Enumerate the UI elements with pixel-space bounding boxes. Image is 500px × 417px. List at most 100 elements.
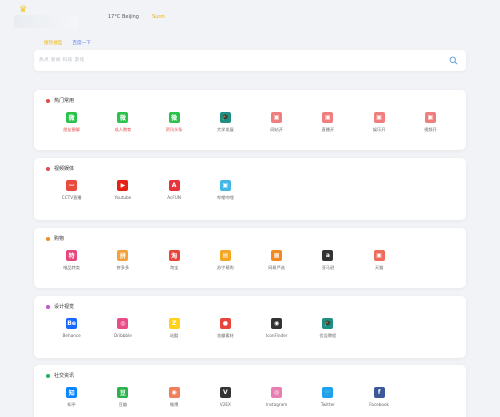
search-tab-hot[interactable]: 搜热搜型 bbox=[44, 41, 62, 47]
site-label: Youtube bbox=[114, 195, 132, 200]
twitter-icon: 🐦 bbox=[322, 387, 334, 398]
section-title: 购物 bbox=[46, 235, 64, 242]
site-link[interactable]: ▣ 视频开 bbox=[405, 112, 456, 133]
site-link[interactable]: 拼拼多多 bbox=[97, 250, 148, 271]
site-label: CCTV直播 bbox=[61, 195, 82, 200]
site-link[interactable]: ▶ Youtube bbox=[97, 180, 148, 201]
section-title-text: 设计视觉 bbox=[54, 304, 75, 310]
site-link[interactable]: ◉ IconFinder bbox=[251, 318, 302, 339]
search-input[interactable]: 热点 新闻 科技 游戏 bbox=[34, 50, 466, 71]
section-title-text: 视频娱体 bbox=[54, 166, 75, 172]
instagram-icon: ◎ bbox=[271, 387, 283, 398]
section-card: 社交资讯知知乎豆豆瓣 ◉ 微博 V V2EX ◎ Instagram 🐦 Twitter f Fac… bbox=[34, 365, 466, 417]
site-link[interactable]: 淘淘宝 bbox=[149, 250, 200, 271]
site-label: 花瓣素材 bbox=[216, 333, 234, 338]
weather-text: 17°C Beijing bbox=[108, 14, 139, 20]
site-label: 豆瓣 bbox=[118, 402, 128, 407]
youtube-icon: ▶ bbox=[117, 180, 129, 191]
graduation-cap-icon: 🎓 bbox=[219, 112, 231, 123]
site-label: IconFinder bbox=[265, 333, 288, 338]
site-label: 苏宁易购 bbox=[216, 265, 234, 270]
site-label: 直播开 bbox=[321, 127, 335, 132]
section-dot-icon bbox=[46, 373, 50, 378]
section-dot-icon bbox=[46, 304, 50, 309]
search-tabs: 搜热搜型 百度一下 bbox=[44, 41, 91, 47]
search-placeholder: 热点 新闻 科技 游戏 bbox=[39, 58, 85, 63]
site-link[interactable]: 🎓 大学发展 bbox=[200, 112, 251, 133]
site-link[interactable]: A AcFUN bbox=[149, 180, 200, 201]
graduation-cap-icon: 🎓 bbox=[322, 318, 334, 329]
site-link[interactable]: ▤ 苏宁易购 bbox=[200, 250, 251, 271]
site-link[interactable]: ▣ 天猫 bbox=[354, 250, 405, 271]
site-label: AcFUN bbox=[167, 195, 181, 200]
site-link[interactable]: — CCTV直播 bbox=[46, 180, 97, 201]
site-link[interactable]: ▦ 网易严选 bbox=[251, 250, 302, 271]
wechat-icon: 微 bbox=[168, 112, 180, 123]
site-link[interactable]: 特唯品特卖 bbox=[46, 250, 97, 271]
zhihu-icon: 知 bbox=[66, 387, 78, 398]
site-link[interactable]: ◎ Instagram bbox=[251, 387, 302, 408]
wechat-icon: 微 bbox=[66, 112, 78, 123]
weather-condition: Sunn bbox=[152, 14, 165, 20]
site-label: 大学发展 bbox=[216, 127, 234, 132]
site-link[interactable]: 豆豆瓣 bbox=[97, 387, 148, 408]
logo-mark bbox=[14, 15, 78, 28]
section-dot-icon bbox=[46, 166, 50, 171]
acfun-icon: A bbox=[168, 180, 180, 191]
site-label: 站酷 bbox=[169, 333, 179, 338]
site-link[interactable]: Z 站酷 bbox=[149, 318, 200, 339]
search-tab-baidu[interactable]: 百度一下 bbox=[72, 41, 90, 47]
crown-icon: ♛ bbox=[19, 5, 28, 15]
eye-icon: ◉ bbox=[271, 318, 283, 329]
tv-icon: ▣ bbox=[424, 112, 436, 123]
search-panel: 搜热搜型 百度一下 热点 新闻 科技 游戏 bbox=[34, 36, 466, 72]
site-link[interactable]: ▣ 娱乐开 bbox=[354, 112, 405, 133]
site-link[interactable]: ▣ 直播开 bbox=[302, 112, 353, 133]
site-logo[interactable]: ♛ bbox=[14, 6, 80, 30]
site-link[interactable]: ◎ Dribbble bbox=[97, 318, 148, 339]
tv-icon: ▣ bbox=[322, 112, 334, 123]
site-label: 娱乐开 bbox=[372, 127, 386, 132]
section-dot-icon bbox=[46, 236, 50, 241]
site-link[interactable]: V V2EX bbox=[200, 387, 251, 408]
section-title: 视频娱体 bbox=[46, 165, 74, 172]
facebook-icon: f bbox=[373, 387, 385, 398]
site-link[interactable]: 微朋友圈聊 bbox=[46, 112, 97, 133]
amazon-icon: a bbox=[322, 250, 334, 261]
site-link[interactable]: ● 花瓣素材 bbox=[200, 318, 251, 339]
section-dot-icon bbox=[46, 98, 50, 103]
behance-icon: Be bbox=[66, 318, 78, 329]
pinduoduo-icon: 拼 bbox=[117, 250, 129, 261]
tv-icon: ▣ bbox=[271, 112, 283, 123]
site-link[interactable]: Be Behance bbox=[46, 318, 97, 339]
suning-icon: ▤ bbox=[219, 250, 231, 261]
site-list: Be Behance ◎ Dribbble Z 站酷 ● 花瓣素材 ◉ IconFinder 🎓 优设… bbox=[46, 318, 456, 339]
site-label: 唯品特卖 bbox=[63, 265, 80, 270]
search-icon[interactable] bbox=[449, 56, 458, 65]
section-title: 设计视觉 bbox=[46, 303, 74, 310]
tmall-icon: ▣ bbox=[373, 250, 385, 261]
section-card: 购物特唯品特卖拼拼多多淘淘宝 ▤ 苏宁易购 ▦ 网易严选 a 亚马逊 ▣ 天猫 bbox=[34, 228, 466, 288]
site-label: 微博 bbox=[169, 402, 179, 407]
site-link[interactable]: 微资讯头条 bbox=[149, 112, 200, 133]
section-title: 社交资讯 bbox=[46, 372, 74, 379]
site-link[interactable]: 知知乎 bbox=[46, 387, 97, 408]
site-link[interactable]: ◉ 微博 bbox=[149, 387, 200, 408]
site-link[interactable]: a 亚马逊 bbox=[302, 250, 353, 271]
site-link[interactable]: ▣ 网站开 bbox=[251, 112, 302, 133]
section-card: 设计视觉 Be Behance ◎ Dribbble Z 站酷 ● 花瓣素材 ◉ IconFinde… bbox=[34, 296, 466, 358]
zcool-icon: Z bbox=[168, 318, 180, 329]
section-title-text: 社交资讯 bbox=[54, 373, 75, 379]
site-link[interactable]: ▣ 哔哩哔哩 bbox=[200, 180, 251, 201]
site-label: 哔哩哔哩 bbox=[216, 195, 234, 200]
site-link[interactable]: 微成人教育 bbox=[97, 112, 148, 133]
section-title: 热门常用 bbox=[46, 97, 74, 104]
site-label: 资讯头条 bbox=[165, 127, 183, 132]
top-bar: ♛ 17°C Beijing Sunn bbox=[0, 0, 500, 36]
site-label: 拼多多 bbox=[116, 265, 130, 270]
douban-icon: 豆 bbox=[117, 387, 129, 398]
section-title-text: 购物 bbox=[54, 236, 65, 242]
site-link[interactable]: f Facebook bbox=[354, 387, 405, 408]
site-link[interactable]: 🐦 Twitter bbox=[302, 387, 353, 408]
site-link[interactable]: 🎓 优设教程 bbox=[302, 318, 353, 339]
